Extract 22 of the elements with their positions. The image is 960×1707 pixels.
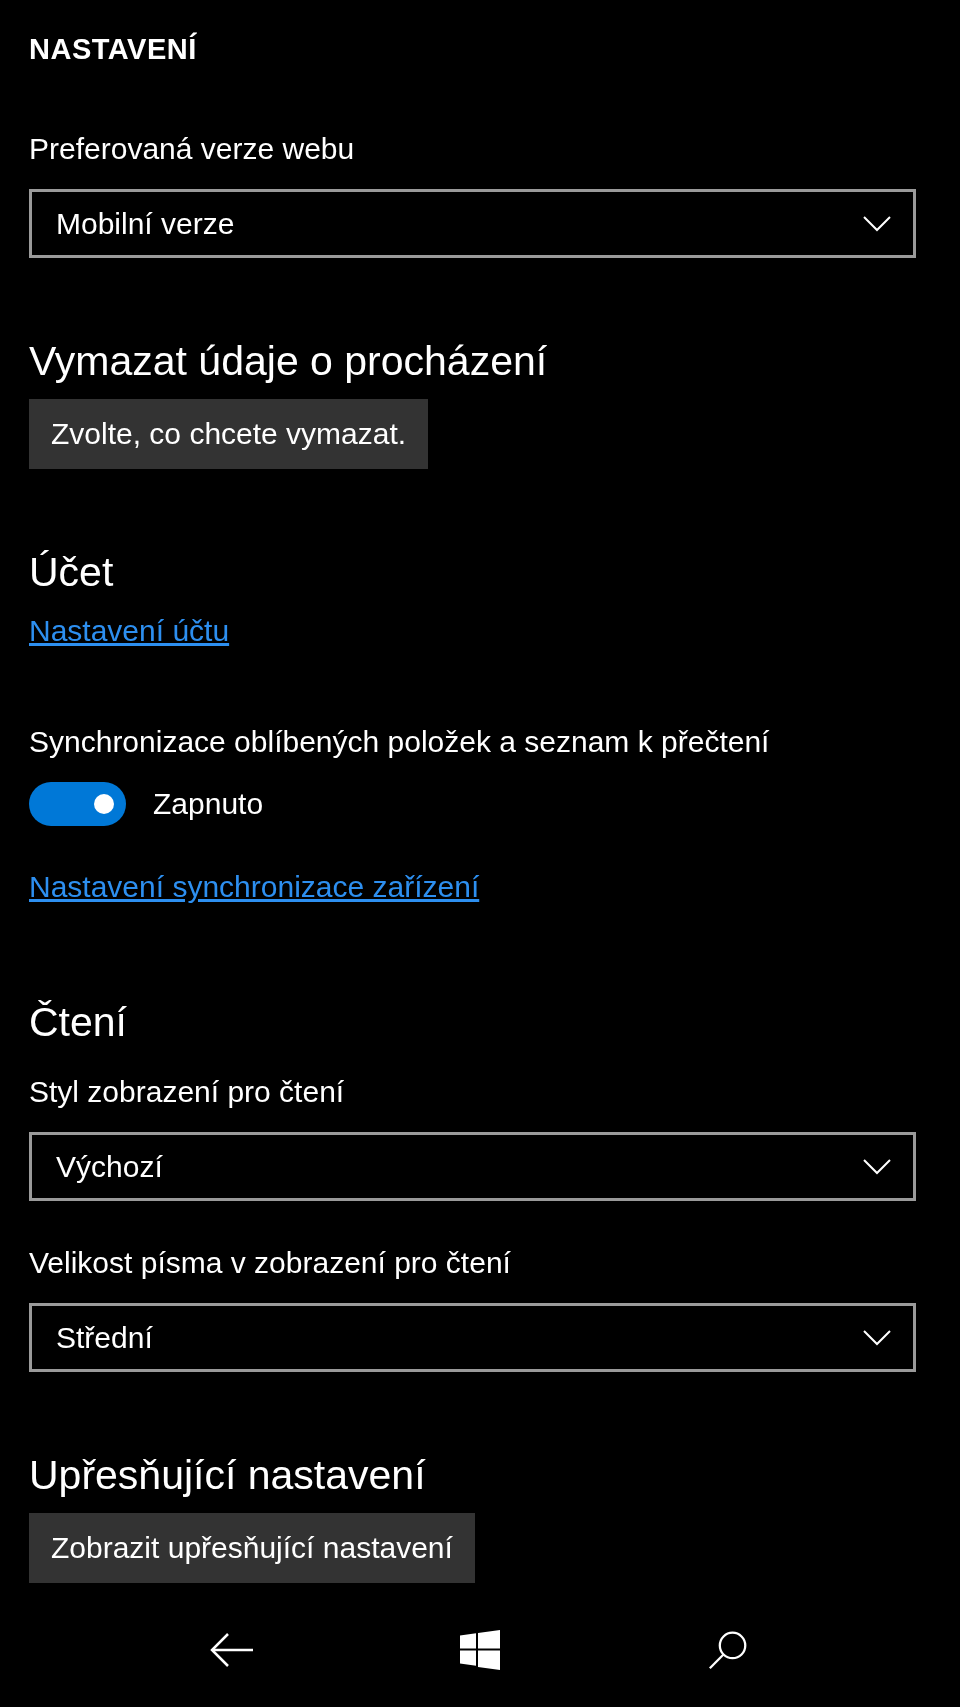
- chevron-down-icon: [863, 1158, 891, 1175]
- action-button[interactable]: Zobrazit upřesňující nastavení: [29, 1513, 475, 1583]
- section-heading: Upřesňující nastavení: [29, 1451, 427, 1500]
- settings-link[interactable]: Nastavení účtu: [29, 611, 230, 651]
- toggle-label: Zapnuto: [153, 787, 264, 821]
- page-title: NASTAVENÍ: [29, 31, 198, 67]
- windows-logo-icon[interactable]: [458, 1630, 502, 1670]
- section-heading: Vymazat údaje o procházení: [29, 337, 549, 386]
- setting-label: Synchronizace oblíbených položek a seznam k přečtení: [29, 724, 771, 760]
- action-button[interactable]: Zvolte, co chcete vymazat.: [29, 399, 429, 469]
- dropdown[interactable]: Mobilní verze: [29, 189, 916, 258]
- section-heading: Čtení: [29, 998, 128, 1047]
- settings-link[interactable]: Nastavení synchronizace zařízení: [29, 867, 480, 907]
- chevron-down-icon: [863, 1329, 891, 1346]
- chevron-down-icon: [863, 215, 891, 232]
- toggle-switch[interactable]: [29, 782, 126, 826]
- setting-label: Velikost písma v zobrazení pro čtení: [29, 1245, 512, 1281]
- dropdown[interactable]: Střední: [29, 1303, 916, 1372]
- dropdown[interactable]: Výchozí: [29, 1132, 916, 1201]
- section-heading: Účet: [29, 548, 115, 597]
- setting-label: Preferovaná verze webu: [29, 131, 356, 167]
- setting-label: Styl zobrazení pro čtení: [29, 1074, 346, 1110]
